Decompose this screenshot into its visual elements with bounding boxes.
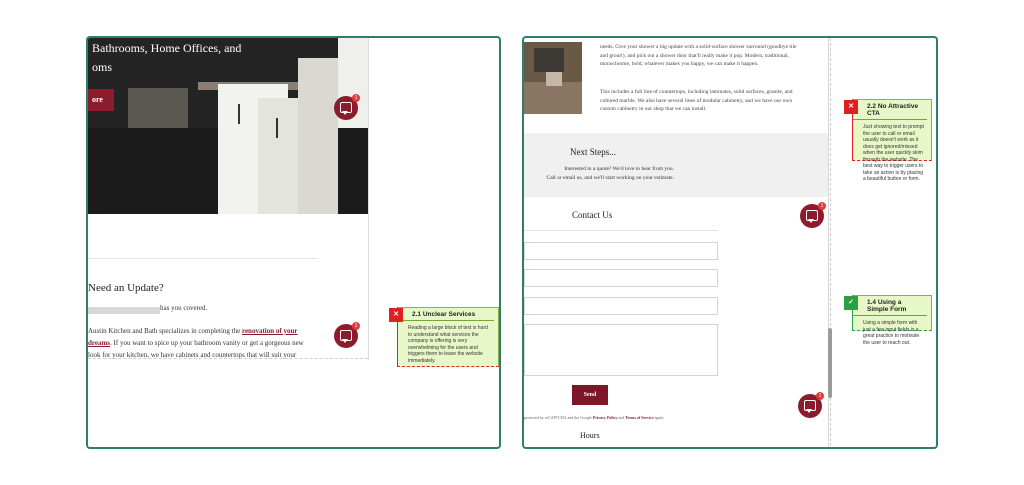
recaptcha-text: protected by reCAPTCHA and the Google <box>524 415 593 420</box>
hero-handle <box>238 104 240 124</box>
chat-icon-tail <box>808 219 814 223</box>
covered-text: has you covered. <box>160 304 208 312</box>
chat-button[interactable]: 1 <box>334 94 360 120</box>
services-paragraph-continued: needs. Give your shower a big update wit… <box>600 44 797 67</box>
page-edge <box>368 38 369 360</box>
hero-title-line: oms <box>92 60 113 74</box>
hours-title: Hours <box>580 431 600 440</box>
next-steps-line: Call or email us, and we'll start workin… <box>546 175 674 181</box>
phone-field[interactable] <box>524 297 718 315</box>
annotation-body: Reading a large block of text is hard to… <box>408 325 488 364</box>
hero-kitchen-image: Bathrooms, Home Offices, and oms ore <box>88 38 368 214</box>
bathroom-thumbnail-image <box>524 42 582 114</box>
hero-cabinet-white-3 <box>298 58 338 214</box>
form-divider <box>524 230 718 231</box>
thumbnail-detail <box>546 72 562 86</box>
recaptcha-notice: protected by reCAPTCHA and the Google Pr… <box>524 415 724 420</box>
hero-cabinet-white-2 <box>258 98 298 214</box>
annotation-title: 2.1 Unclear Services <box>398 308 494 321</box>
services-paragraph: Austin Kitchen and Bath specializes in c… <box>88 325 310 361</box>
hero-handle <box>276 118 278 138</box>
link-text: renovation of your <box>241 327 298 335</box>
close-icon: ✕ <box>844 100 858 114</box>
name-field[interactable] <box>524 242 718 260</box>
terms-of-service-link[interactable]: Terms of Service <box>625 415 654 420</box>
privacy-policy-link[interactable]: Privacy Policy <box>593 415 618 420</box>
chat-badge: 1 <box>816 392 824 400</box>
chat-button[interactable]: 1 <box>334 322 360 348</box>
chat-icon-tail <box>806 409 812 413</box>
hero-cabinet-dark <box>128 88 188 128</box>
left-screenshot-panel: Bathrooms, Home Offices, and oms ore 1 N… <box>86 36 501 449</box>
next-steps-line: Interested in a quote? We'd love to hear… <box>564 166 674 172</box>
chat-button[interactable]: 1 <box>798 392 824 418</box>
hero-title-line: Bathrooms, Home Offices, and <box>92 41 242 55</box>
chat-badge: 1 <box>352 94 360 102</box>
annotation-simple-form: ✓ 1.4 Using a Simple Form Using a simple… <box>844 295 932 346</box>
recaptcha-text: apply. <box>653 415 665 420</box>
panel-bottom-divider <box>88 358 368 359</box>
chat-badge: 1 <box>818 202 826 210</box>
next-steps-text: Interested in a quote? We'd love to hear… <box>524 165 674 183</box>
chat-button[interactable]: 1 <box>800 202 826 228</box>
annotation-title: 2.2 No Attractive CTA <box>853 100 927 120</box>
hero-title: Bathrooms, Home Offices, and oms <box>92 39 292 77</box>
hero-learn-more-button[interactable]: ore <box>88 89 114 111</box>
close-icon: ✕ <box>389 308 403 322</box>
contact-title: Contact Us <box>572 210 613 220</box>
right-screenshot-panel: needs. Give your shower a big update wit… <box>522 36 938 449</box>
annotation-body: Using a simple form with just a few inpu… <box>863 320 920 346</box>
section-heading: Need an Update? <box>88 282 164 294</box>
chat-icon-tail <box>342 339 348 343</box>
message-field[interactable] <box>524 324 718 376</box>
email-field[interactable] <box>524 269 718 287</box>
annotation-no-attractive-cta: ✕ 2.2 No Attractive CTA Just showing tex… <box>844 99 932 182</box>
next-steps-title: Next Steps... <box>570 147 616 157</box>
section-divider <box>88 258 318 259</box>
annotation-title: 1.4 Using a Simple Form <box>853 296 927 316</box>
annotation-unclear-services: ✕ 2.1 Unclear Services Reading a large b… <box>389 307 499 367</box>
paragraph-text: Austin Kitchen and Bath specializes in c… <box>88 327 242 335</box>
annotation-body: Just showing text to prompt the user to … <box>863 124 924 182</box>
chat-icon-tail <box>342 111 348 115</box>
scrollbar-thumb[interactable] <box>828 328 832 398</box>
countertops-paragraph: This includes a full line of countertops… <box>600 89 793 112</box>
check-icon: ✓ <box>844 296 858 310</box>
paragraph-text: . If you want to spice up your bathroom … <box>88 339 304 359</box>
thumbnail-detail <box>534 48 564 72</box>
chat-badge: 1 <box>352 322 360 330</box>
send-button[interactable]: Send <box>572 385 608 405</box>
redacted-company-name <box>88 307 160 314</box>
link-text: dreams <box>88 339 111 347</box>
thumbnail-floor <box>524 82 582 114</box>
